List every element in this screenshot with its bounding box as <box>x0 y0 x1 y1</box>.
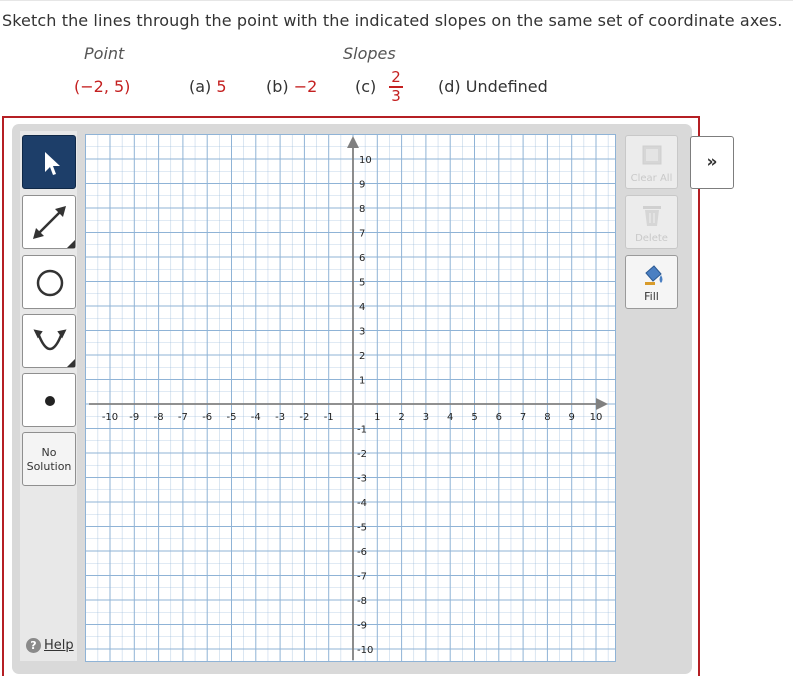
no-solution-button[interactable]: No Solution <box>22 432 76 486</box>
x-tick-label: -8 <box>154 412 164 423</box>
parabola-tool-button[interactable] <box>22 314 76 368</box>
line-arrow-icon <box>33 206 75 248</box>
pointer-tool-button[interactable] <box>22 135 76 189</box>
expand-toolbar-button[interactable]: » <box>690 136 734 189</box>
y-tick-label: -5 <box>357 523 367 534</box>
slopes-header: Slopes <box>343 44 396 63</box>
y-tick-label: 2 <box>359 351 365 362</box>
coordinate-grid[interactable]: -10 -9 -8 -7 -6 -5 -4 -3 -2 -1 1 2 3 4 5 6 7 8 9 10 10 9 8 7 6 5 4… <box>85 134 616 662</box>
x-axis-arrow <box>596 398 608 410</box>
slope-c-label: (c) <box>355 77 377 96</box>
y-tick-label: -6 <box>357 547 367 558</box>
slope-a: (a) 5 <box>189 77 227 96</box>
y-tick-label: 8 <box>359 204 365 215</box>
x-tick-label: 9 <box>569 412 575 423</box>
y-tick-label: -4 <box>357 498 367 509</box>
point-header: Point <box>84 44 125 63</box>
dot-icon <box>45 396 55 406</box>
y-tick-label: 6 <box>359 253 365 264</box>
slope-c-denominator: 3 <box>391 86 401 105</box>
y-axis-arrow <box>347 136 359 148</box>
line-tool-button[interactable] <box>22 195 76 249</box>
y-tick-label: 1 <box>359 376 365 387</box>
x-tick-label: -3 <box>275 412 285 423</box>
slope-b-label: (b) <box>266 77 289 96</box>
slope-a-value: 5 <box>216 77 227 96</box>
slope-d-label: (d) <box>438 77 461 96</box>
fill-label: Fill <box>644 290 659 303</box>
slope-d-value: Undefined <box>465 77 548 96</box>
no-solution-line1: No <box>41 446 57 459</box>
x-tick-label: 10 <box>590 412 603 423</box>
x-tick-label: -10 <box>102 412 118 423</box>
help-link[interactable]: ? Help <box>26 638 74 653</box>
y-tick-label: -10 <box>357 645 373 656</box>
x-tick-label: -1 <box>324 412 334 423</box>
question-icon: ? <box>26 638 41 653</box>
x-tick-label: -7 <box>178 412 188 423</box>
no-solution-line2: Solution <box>26 460 72 473</box>
x-tick-label: 1 <box>374 412 380 423</box>
x-tick-label: 6 <box>496 412 502 423</box>
y-tick-label: 3 <box>359 327 365 338</box>
y-tick-label: 5 <box>359 278 365 289</box>
point-tool-button[interactable] <box>22 373 76 427</box>
y-tick-label: 4 <box>359 302 365 313</box>
y-tick-label: 10 <box>359 155 372 166</box>
x-tick-label: -2 <box>299 412 309 423</box>
x-tick-label: 3 <box>423 412 429 423</box>
point-value: (−2, 5) <box>74 77 131 96</box>
y-tick-label: -8 <box>357 596 367 607</box>
x-tick-label: 7 <box>520 412 526 423</box>
y-tick-label: 9 <box>359 180 365 191</box>
slope-a-label: (a) <box>189 77 212 96</box>
clear-all-button[interactable]: Clear All <box>625 135 678 189</box>
help-label: Help <box>44 638 74 653</box>
circle-tool-button[interactable] <box>22 255 76 309</box>
delete-button[interactable]: Delete <box>625 195 678 249</box>
graph-canvas[interactable]: -10 -9 -8 -7 -6 -5 -4 -3 -2 -1 1 2 3 4 5 6 7 8 9 10 10 9 8 7 6 5 4… <box>85 134 616 662</box>
fill-button[interactable]: Fill <box>625 255 678 309</box>
slope-c-fraction: 2 3 <box>388 69 404 105</box>
y-tick-label: 7 <box>359 229 365 240</box>
grid-border <box>85 134 616 662</box>
y-tick-label: -3 <box>357 474 367 485</box>
x-tick-label: 2 <box>398 412 404 423</box>
slope-b: (b) −2 <box>266 77 317 96</box>
x-tick-label: -9 <box>129 412 139 423</box>
x-tick-label: -6 <box>202 412 212 423</box>
x-tick-label: 4 <box>447 412 453 423</box>
double-chevron-right-icon: » <box>706 152 718 172</box>
slope-d: (d) Undefined <box>438 77 548 96</box>
arrow-cursor-icon <box>45 152 60 175</box>
y-tick-label: -2 <box>357 449 367 460</box>
clear-all-label: Clear All <box>630 173 673 184</box>
slope-c-numerator: 2 <box>391 68 401 86</box>
circle-icon <box>36 269 64 297</box>
slope-b-value: −2 <box>293 77 318 96</box>
y-tick-label: -7 <box>357 572 367 583</box>
y-tick-label: -1 <box>357 425 367 436</box>
delete-label: Delete <box>635 233 668 244</box>
question-instruction: Sketch the lines through the point with … <box>2 11 783 30</box>
top-divider <box>0 0 793 1</box>
x-tick-label: -4 <box>251 412 261 423</box>
x-tick-label: -5 <box>227 412 237 423</box>
y-tick-label: -9 <box>357 621 367 632</box>
parabola-icon <box>33 329 75 367</box>
x-tick-label: 5 <box>471 412 477 423</box>
x-tick-label: 8 <box>544 412 550 423</box>
